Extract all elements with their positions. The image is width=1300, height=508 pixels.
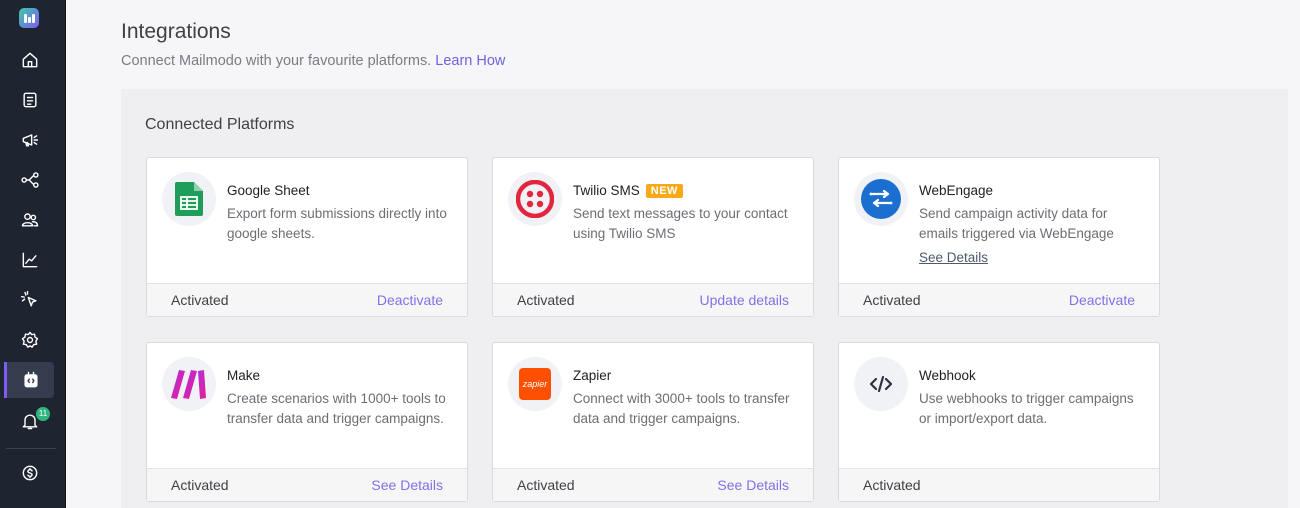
webengage-icon (854, 172, 908, 226)
integration-card-zapier: zapier Zapier Connect with 3000+ tools t… (492, 342, 814, 502)
see-details-link[interactable]: See Details (919, 250, 988, 265)
subtitle-text: Connect Mailmodo with your favourite pla… (121, 53, 432, 69)
integration-card-webhook: Webhook Use webhooks to trigger campaign… (838, 342, 1160, 502)
deactivate-button[interactable]: Deactivate (377, 292, 443, 308)
zapier-icon: zapier (508, 357, 562, 411)
notification-count-badge: 11 (36, 407, 50, 421)
card-title: Make (227, 368, 261, 383)
contacts-icon[interactable] (6, 202, 54, 238)
home-icon[interactable] (6, 42, 54, 78)
card-footer: Activated Update details (493, 283, 813, 316)
card-description: Create scenarios with 1000+ tools to tra… (227, 391, 446, 426)
update-details-button[interactable]: Update details (699, 292, 789, 308)
billing-icon[interactable] (6, 455, 54, 491)
card-title: WebEngage (919, 183, 994, 198)
see-details-button[interactable]: See Details (717, 477, 789, 493)
learn-how-link[interactable]: Learn How (435, 53, 505, 69)
card-description: Export form submissions directly into go… (227, 206, 447, 241)
card-footer: Activated See Details (147, 468, 467, 501)
google-sheets-icon (162, 172, 216, 226)
deactivate-button[interactable]: Deactivate (1069, 292, 1135, 308)
settings-icon[interactable] (6, 322, 54, 358)
card-footer: Activated Deactivate (839, 283, 1159, 316)
notifications-icon[interactable]: 11 (6, 403, 54, 439)
sidebar-divider (6, 448, 56, 449)
integration-card-twilio-sms: Twilio SMS NEW Send text messages to your… (492, 157, 814, 317)
twilio-icon (508, 172, 562, 226)
page-title: Integrations (121, 20, 231, 43)
analytics-icon[interactable] (6, 242, 54, 278)
zapier-logo-text: zapier (519, 368, 551, 400)
card-title: Webhook (919, 368, 976, 383)
status-text: Activated (517, 292, 575, 308)
card-title-text: Twilio SMS (573, 183, 640, 198)
webhook-icon (854, 357, 908, 411)
card-description: Send text messages to your contact using… (573, 206, 788, 241)
status-text: Activated (171, 477, 229, 493)
campaigns-icon[interactable] (6, 122, 54, 158)
card-title: Google Sheet (227, 183, 310, 198)
sidebar: 11 (0, 0, 66, 508)
see-details-button[interactable]: See Details (371, 477, 443, 493)
click-icon[interactable] (6, 282, 54, 318)
integration-card-make: Make Create scenarios with 1000+ tools t… (146, 342, 468, 502)
status-text: Activated (863, 477, 921, 493)
card-footer: Activated See Details (493, 468, 813, 501)
mailmodo-logo[interactable] (19, 8, 39, 28)
card-footer: Activated Deactivate (147, 283, 467, 316)
new-badge: NEW (645, 184, 683, 198)
status-text: Activated (171, 292, 229, 308)
status-text: Activated (517, 477, 575, 493)
page-subtitle: Connect Mailmodo with your favourite pla… (121, 53, 505, 69)
integration-card-webengage: WebEngage Send campaign activity data fo… (838, 157, 1160, 317)
section-title: Connected Platforms (145, 116, 295, 133)
integrations-icon[interactable] (4, 362, 54, 398)
card-title: Twilio SMS NEW (573, 183, 683, 198)
templates-icon[interactable] (6, 82, 54, 118)
card-title: Zapier (573, 368, 612, 383)
card-description: Use webhooks to trigger campaigns or imp… (919, 391, 1134, 426)
card-description: Send campaign activity data for emails t… (919, 206, 1114, 241)
card-description: Connect with 3000+ tools to transfer dat… (573, 391, 790, 426)
status-text: Activated (863, 292, 921, 308)
journeys-icon[interactable] (6, 162, 54, 198)
make-icon (162, 357, 216, 411)
integration-card-google-sheet: Google Sheet Export form submissions dir… (146, 157, 468, 317)
card-footer: Activated (839, 468, 1159, 501)
